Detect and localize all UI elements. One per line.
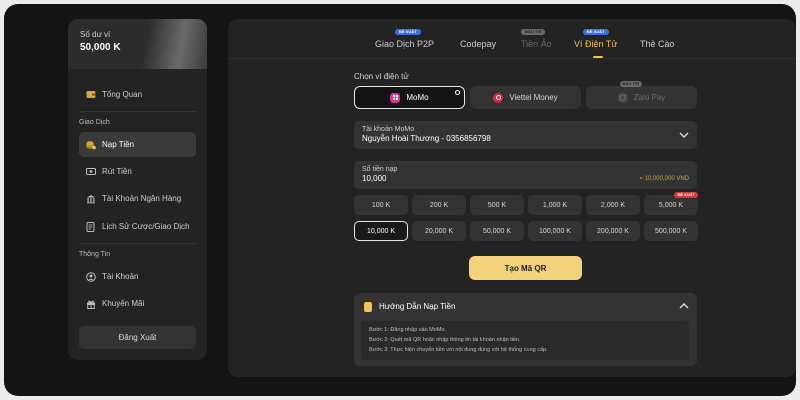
user-icon — [86, 271, 96, 282]
bank-icon — [86, 194, 96, 204]
guide-step: Bước 3: Thực hiện chuyển tiền với nội du… — [369, 347, 548, 353]
sidebar-item-withdraw[interactable]: Rút Tiền — [79, 159, 196, 184]
amount-option[interactable]: 100,000 K — [528, 221, 582, 241]
gift-icon — [86, 299, 96, 309]
wallet-label: MoMo — [406, 93, 429, 102]
amount-option[interactable]: 1,000 K — [528, 195, 582, 215]
sidebar-item-account[interactable]: Tài Khoản — [79, 264, 196, 289]
amount-option[interactable]: 2,000 K — [586, 195, 640, 215]
amount-option-label: 500,000 K — [655, 227, 687, 235]
active-tab-indicator — [593, 56, 603, 58]
amount-option[interactable]: 5,000 K ĐỀ XUẤT — [644, 192, 698, 215]
account-select[interactable]: Tài khoản MoMo Nguyễn Hoài Thương - 0356… — [354, 121, 697, 149]
account-field-label: Tài khoản MoMo — [362, 126, 415, 133]
amount-option[interactable]: 10,000 K — [354, 221, 408, 241]
amount-option[interactable]: 20,000 K — [412, 221, 466, 241]
wallet-option-momo[interactable]: MoMo — [354, 86, 465, 109]
amount-option[interactable]: 500 K — [470, 195, 524, 215]
logout-button[interactable]: Đăng Xuất — [79, 326, 196, 349]
balance-label: Số dư ví — [80, 30, 111, 39]
sidebar-item-deposit[interactable]: Nạp Tiền — [79, 132, 196, 157]
selected-radio-icon — [455, 90, 460, 95]
sidebar-item-promotion[interactable]: Khuyến Mãi — [79, 291, 196, 316]
tab-badge-recommended: ĐỀ XUẤT — [583, 29, 609, 35]
amount-input[interactable]: Số tiền nạp 10,000 = 10,000,000 VND — [354, 161, 697, 189]
sidebar-item-history[interactable]: Lịch Sử Cược/Giao Dịch — [79, 214, 196, 239]
tab-scratch-card[interactable]: Thẻ Cào — [640, 39, 675, 49]
divider — [79, 243, 196, 244]
payment-method-tabs: ĐỀ XUẤT Giao Dịch P2P Codepay BẢO TRÌ Ti… — [228, 19, 796, 59]
wallet-badge-maintenance: BẢO TRÌ — [619, 81, 642, 87]
amount-option[interactable]: 200,000 K — [586, 221, 640, 241]
amount-option[interactable]: 50,000 K — [470, 221, 524, 241]
momo-icon — [390, 92, 401, 103]
deposit-guide-panel: Hướng Dẫn Nạp Tiền Bước 1: Đăng nhập vào… — [354, 293, 697, 366]
sidebar-item-label: Tổng Quan — [102, 90, 143, 99]
viettel-money-icon — [493, 92, 504, 103]
sidebar-item-bank-account[interactable]: Tài Khoản Ngân Hàng — [79, 186, 196, 211]
balance-value: 50,000 K — [80, 42, 121, 53]
amount-vnd-equivalent: = 10,000,000 VND — [639, 176, 689, 182]
amount-option[interactable]: 500,000 K — [644, 221, 698, 241]
cash-icon — [86, 167, 96, 177]
amount-option-label: 20,000 K — [424, 227, 454, 235]
tab-crypto: Tiền Ảo — [521, 39, 552, 49]
app-frame: Số dư ví 50,000 K Tổng Quan Giao Dịch Nạ… — [4, 4, 796, 396]
guide-title: Hướng Dẫn Nạp Tiền — [379, 302, 456, 311]
sidebar-item-label: Nạp Tiền — [102, 140, 135, 149]
wallet-select-label: Chọn ví điện tử — [354, 72, 409, 81]
wallet-label: Viettel Money — [509, 93, 558, 102]
sidebar-item-label: Tài Khoản Ngân Hàng — [102, 194, 182, 203]
wallet-balance-card: Số dư ví 50,000 K — [68, 19, 207, 69]
amount-option-label: 1,000 K — [542, 201, 568, 209]
tab-p2p[interactable]: Giao Dịch P2P — [375, 39, 434, 49]
history-icon — [86, 221, 96, 232]
amount-field-value: 10,000 — [362, 174, 387, 183]
chevron-down-icon — [679, 132, 689, 138]
sidebar-item-label: Khuyến Mãi — [102, 299, 145, 308]
amount-option-label: 100 K — [371, 201, 391, 209]
wallet-icon — [86, 90, 96, 100]
amount-option[interactable]: 100 K — [354, 195, 408, 215]
amount-badge-recommended: ĐỀ XUẤT — [674, 192, 698, 198]
amount-option-label: 2,000 K — [600, 201, 626, 209]
zalopay-icon — [617, 92, 628, 103]
deposit-panel: ĐỀ XUẤT Giao Dịch P2P Codepay BẢO TRÌ Ti… — [228, 19, 796, 377]
tab-ewallet[interactable]: Ví Điện Tử — [574, 39, 617, 49]
section-label-info: Thông Tin — [79, 251, 111, 258]
guide-step: Bước 1: Đăng nhập vào MoMo. — [369, 327, 446, 333]
sidebar-item-overview[interactable]: Tổng Quan — [79, 82, 196, 107]
amount-option-label: 500 K — [487, 201, 507, 209]
sidebar-item-label: Rút Tiền — [102, 167, 132, 176]
guide-step: Bước 2: Quét mã QR hoặc nhập thông tin t… — [369, 337, 521, 343]
sidebar: Số dư ví 50,000 K Tổng Quan Giao Dịch Nạ… — [68, 19, 207, 360]
amount-option-label: 5,000 K — [658, 201, 684, 209]
sidebar-item-label: Lịch Sử Cược/Giao Dịch — [102, 222, 190, 231]
amount-option[interactable]: 200 K — [412, 195, 466, 215]
amount-option-label: 200 K — [429, 201, 449, 209]
coins-icon — [86, 140, 96, 150]
sidebar-item-label: Tài Khoản — [102, 272, 139, 281]
guide-steps: Bước 1: Đăng nhập vào MoMo. Bước 2: Quét… — [361, 321, 689, 360]
amount-option-label: 10,000 K — [366, 227, 396, 235]
tab-badge-recommended: ĐỀ XUẤT — [395, 29, 421, 35]
tab-badge-maintenance: BẢO TRÌ — [521, 29, 546, 35]
wallet-label: Zalo Pay — [633, 93, 666, 102]
amount-option-label: 50,000 K — [482, 227, 512, 235]
wallet-option-zalopay: BẢO TRÌ Zalo Pay — [586, 81, 697, 109]
generate-qr-button[interactable]: Tạo Mã QR — [469, 256, 582, 280]
amount-option-label: 200,000 K — [597, 227, 629, 235]
amount-field-label: Số tiền nạp — [362, 166, 398, 173]
divider — [79, 111, 196, 112]
tab-codepay[interactable]: Codepay — [460, 39, 496, 49]
section-label-transactions: Giao Dịch — [79, 119, 110, 126]
account-field-value: Nguyễn Hoài Thương - 0356856798 — [362, 134, 491, 143]
wallet-option-viettel-money[interactable]: Viettel Money — [470, 86, 581, 109]
document-icon — [364, 302, 372, 312]
chevron-up-icon[interactable] — [679, 302, 689, 310]
amount-option-label: 100,000 K — [539, 227, 571, 235]
